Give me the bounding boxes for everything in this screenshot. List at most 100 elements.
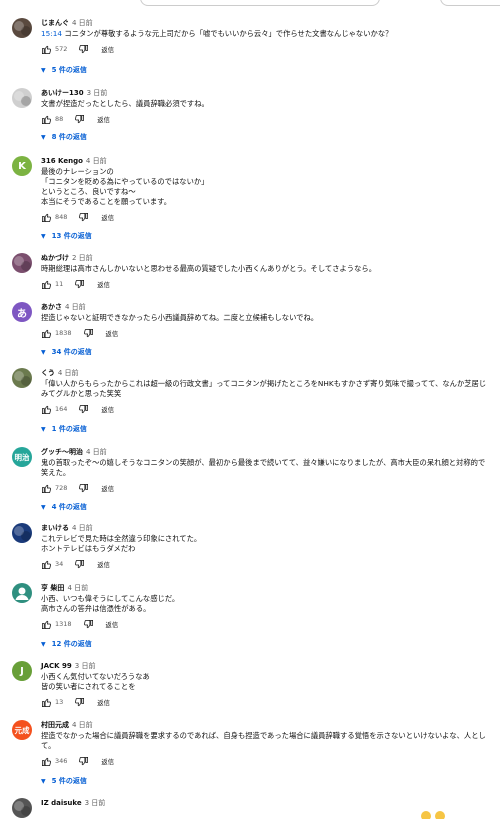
reply-button[interactable]: 返信 [106, 620, 119, 629]
reply-button[interactable]: 返信 [97, 560, 110, 569]
reply-button[interactable]: 返信 [97, 280, 110, 289]
view-replies-button[interactable]: ▼ 5 件の返信 [41, 775, 87, 787]
avatar[interactable] [12, 253, 32, 273]
thumbs-down-icon[interactable] [83, 619, 94, 630]
chevron-down-icon: ▼ [41, 777, 46, 785]
view-replies-button[interactable]: ▼ 4 件の返信 [41, 501, 87, 513]
reply-button[interactable]: 返信 [101, 405, 114, 414]
thumbs-up-icon[interactable] [41, 404, 52, 415]
thumbs-up-icon[interactable] [41, 328, 52, 339]
timestamp-link[interactable]: 15:14 [41, 29, 62, 38]
avatar[interactable] [12, 798, 32, 818]
like-count: 13 [55, 698, 64, 706]
comment-time[interactable]: 4 日前 [86, 448, 107, 456]
chevron-down-icon: ▼ [41, 133, 46, 141]
comment-time[interactable]: 3 日前 [85, 799, 106, 807]
avatar[interactable]: K [12, 156, 32, 176]
top-button[interactable] [440, 0, 500, 6]
thumbs-down-icon[interactable] [78, 44, 89, 55]
comment-time[interactable]: 4 日前 [58, 369, 79, 377]
comment-time[interactable]: 4 日前 [67, 584, 88, 592]
thumbs-down-icon[interactable] [78, 212, 89, 223]
avatar[interactable] [12, 523, 32, 543]
reply-button[interactable]: 返信 [97, 115, 110, 124]
comment-text: 捏造じゃないと証明できなかったら小西議員辞めてね。二度と立候補もしないでね。 [41, 313, 319, 322]
avatar[interactable] [12, 88, 32, 108]
comment-author[interactable]: 村田元成 [41, 721, 69, 729]
comment-time[interactable]: 3 日前 [87, 89, 108, 97]
comment-author[interactable]: ぬかづけ [41, 254, 69, 262]
avatar[interactable] [12, 583, 32, 603]
comment-author[interactable]: あかさ [41, 303, 62, 311]
comment-time[interactable]: 4 日前 [72, 721, 93, 729]
comment-time[interactable]: 4 日前 [72, 524, 93, 532]
search-box[interactable] [140, 0, 380, 6]
comment-author[interactable]: JACK 99 [41, 662, 72, 670]
thumbs-down-icon[interactable] [74, 279, 85, 290]
thumbs-down-icon[interactable] [78, 483, 89, 494]
comment-author[interactable]: IZ daisuke [41, 799, 82, 807]
comment-author[interactable]: 316 Kengo [41, 157, 83, 165]
comment-author[interactable]: 亨 柴田 [41, 584, 64, 592]
thumbs-up-icon[interactable] [41, 114, 52, 125]
comment-author[interactable]: あいけー130 [41, 89, 84, 97]
chevron-down-icon: ▼ [41, 348, 46, 356]
like-count: 572 [55, 45, 68, 53]
thumbs-up-icon[interactable] [41, 279, 52, 290]
comment-time[interactable]: 2 日前 [72, 254, 93, 262]
like-count: 88 [55, 115, 64, 123]
avatar[interactable]: 元成 [12, 720, 32, 740]
comment-author[interactable]: グッチ〜明治 [41, 448, 83, 456]
reply-button[interactable]: 返信 [101, 45, 114, 54]
comment-text: 文書が捏造だったとしたら、議員辞職必須ですね。 [41, 99, 209, 108]
like-count: 11 [55, 280, 64, 288]
view-replies-button[interactable]: ▼ 1 件の返信 [41, 423, 87, 435]
thumbs-up-icon[interactable] [41, 559, 52, 570]
comment-author[interactable]: まいける [41, 524, 69, 532]
view-replies-button[interactable]: ▼ 13 件の返信 [41, 230, 92, 242]
top-search-bar-edge [0, 0, 500, 6]
avatar[interactable]: あ [12, 302, 32, 322]
thumbs-up-icon[interactable] [41, 619, 52, 630]
avatar[interactable] [12, 368, 32, 388]
thumbs-up-icon[interactable] [41, 483, 52, 494]
comment-author[interactable]: じまんぐ [41, 19, 69, 27]
avatar[interactable] [12, 18, 32, 38]
comment-text: 15:14 コニタンが尊敬するような元上司だから「嘘でもいいから云々」で作らせた… [41, 29, 393, 38]
view-replies-button[interactable]: ▼ 34 件の返信 [41, 346, 92, 358]
comment-time[interactable]: 4 日前 [86, 157, 107, 165]
thumbs-up-icon[interactable] [41, 697, 52, 708]
avatar[interactable]: 明治 [12, 447, 32, 467]
comment-time[interactable]: 4 日前 [65, 303, 86, 311]
like-count: 164 [55, 405, 68, 413]
thumbs-down-icon[interactable] [74, 559, 85, 570]
view-replies-button[interactable]: ▼ 5 件の返信 [41, 64, 87, 76]
comment-text: 最後のナレーションの 「コニタンを貶める為にやっているのではないか」 というとこ… [41, 167, 209, 206]
thumbs-down-icon[interactable] [74, 697, 85, 708]
thumbs-up-icon[interactable] [41, 756, 52, 767]
thumbs-down-icon[interactable] [74, 114, 85, 125]
thumbs-up-icon[interactable] [41, 44, 52, 55]
reply-button[interactable]: 返信 [97, 698, 110, 707]
comment-author[interactable]: くう [41, 369, 55, 377]
thumbs-down-icon[interactable] [78, 404, 89, 415]
avatar[interactable]: J [12, 661, 32, 681]
comment-time[interactable]: 4 日前 [72, 19, 93, 27]
thumbs-down-icon[interactable] [78, 756, 89, 767]
like-count: 34 [55, 560, 64, 568]
reply-button[interactable]: 返信 [101, 213, 114, 222]
comment-text: 時期総理は高市さんしかいないと思わせる最高の質疑でした小西くんありがとう。そして… [41, 264, 376, 273]
reply-button[interactable]: 返信 [101, 757, 114, 766]
chevron-down-icon: ▼ [41, 425, 46, 433]
chevron-down-icon: ▼ [41, 503, 46, 511]
reply-button[interactable]: 返信 [101, 484, 114, 493]
comment-text: 小西、いつも偉そうにしてこんな感じだ。 高市さんの答弁は信憑性がある。 [41, 594, 180, 613]
reply-button[interactable]: 返信 [106, 329, 119, 338]
view-replies-button[interactable]: ▼ 8 件の返信 [41, 131, 87, 143]
comment-time[interactable]: 3 日前 [75, 662, 96, 670]
thumbs-down-icon[interactable] [83, 328, 94, 339]
view-replies-button[interactable]: ▼ 12 件の返信 [41, 638, 92, 650]
thumbs-up-icon[interactable] [41, 212, 52, 223]
like-count: 848 [55, 213, 68, 221]
chevron-down-icon: ▼ [41, 640, 46, 648]
